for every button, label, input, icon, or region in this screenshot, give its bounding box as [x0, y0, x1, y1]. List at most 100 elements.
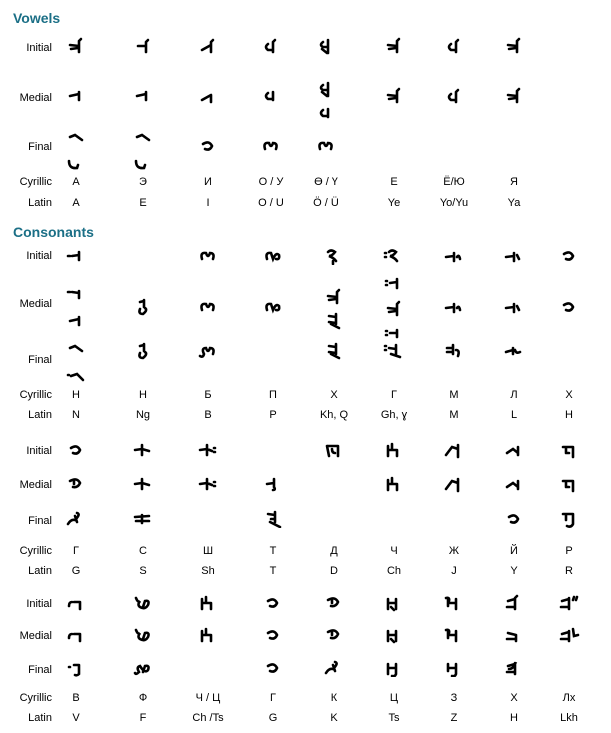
vowel-latin: Ya	[507, 197, 521, 209]
consonant-latin: Ts	[388, 712, 400, 724]
consonant-cyrillic: Ж	[448, 545, 460, 557]
mongolian-glyph-curl-icon	[201, 141, 214, 151]
row-label-latin: Latin	[28, 197, 52, 209]
consonant-glyph-medial	[196, 298, 220, 316]
row-label-initial: Initial	[26, 445, 52, 457]
mongolian-glyph-g-final-icon	[324, 660, 338, 675]
mongolian-glyph-v-icon	[67, 632, 82, 643]
mongolian-glyph-h-icon	[505, 594, 519, 611]
mongolian-glyph-ch-icon	[200, 595, 213, 611]
mongolian-glyph-bow-icon	[200, 251, 215, 261]
consonant-glyph-initial	[382, 594, 406, 612]
mongolian-glyph-r-icon	[561, 445, 575, 459]
consonant-glyph-medial	[382, 276, 406, 342]
consonant-cyrillic: С	[139, 545, 147, 557]
mongolian-glyph-i-medial-icon	[200, 93, 213, 104]
vowel-glyph-medial	[502, 87, 526, 105]
mongolian-glyph-oe-icon	[319, 38, 330, 55]
consonant-glyph-initial	[557, 594, 581, 612]
mongolian-glyph-y-icon	[505, 479, 520, 491]
consonant-glyph-final	[502, 510, 526, 528]
consonant-glyph-medial	[322, 626, 346, 644]
vowel-cyrillic: Э	[139, 176, 147, 188]
mongolian-glyph-o-icon	[264, 38, 277, 54]
consonant-glyph-final	[64, 659, 88, 677]
vowel-cyrillic: Е	[390, 176, 398, 188]
row-label-final: Final	[28, 141, 52, 153]
mongolian-glyph-q-final-dot-icon	[383, 343, 402, 359]
vowel-glyph-final	[196, 137, 220, 155]
vowel-glyph-initial	[442, 37, 466, 55]
vowel-cyrillic: Ө / Ү	[314, 176, 338, 188]
consonant-cyrillic: Ц	[389, 692, 399, 704]
vowel-latin: A	[72, 197, 80, 209]
mongolian-glyph-yi-icon	[136, 38, 150, 54]
consonant-glyph-final	[382, 659, 406, 677]
mongolian-glyph-yi2-icon	[200, 38, 215, 54]
mongolian-glyph-s-icon	[133, 443, 151, 457]
vowel-glyph-final	[314, 137, 338, 155]
mongolian-glyph-ya-icon	[506, 37, 521, 54]
consonant-latin: M	[449, 409, 459, 421]
vowel-glyph-final	[259, 137, 283, 155]
vowel-glyph-initial	[314, 37, 338, 55]
row-label-final: Final	[28, 515, 52, 527]
mongolian-glyph-m-icon	[444, 251, 462, 263]
mongolian-glyph-ch-icon	[386, 476, 399, 492]
consonant-cyrillic: Ч / Ц	[195, 692, 221, 704]
consonant-glyph-initial	[502, 441, 526, 459]
consonant-cyrillic: Т	[269, 545, 277, 557]
consonant-glyph-medial	[382, 626, 406, 644]
mongolian-glyph-tail-hook-icon	[134, 159, 147, 170]
mongolian-glyph-oe-icon	[319, 81, 330, 98]
consonant-glyph-medial	[261, 626, 285, 644]
consonant-glyph-final	[131, 510, 155, 528]
consonant-cyrillic: Г	[391, 389, 397, 401]
consonant-glyph-initial	[261, 247, 285, 265]
vowel-glyph-medial	[314, 80, 338, 122]
consonant-glyph-medial	[131, 475, 155, 493]
consonant-cyrillic: М	[449, 389, 459, 401]
mongolian-glyph-m-icon	[444, 302, 462, 314]
consonant-cyrillic: Р	[565, 545, 573, 557]
consonant-cyrillic: Л	[510, 389, 518, 401]
consonant-glyph-medial	[557, 626, 581, 644]
consonant-latin: S	[139, 565, 147, 577]
consonant-latin: Gh, ɣ	[380, 409, 408, 421]
consonant-glyph-medial	[557, 475, 581, 493]
mongolian-glyph-o-icon	[447, 88, 460, 104]
consonant-cyrillic: Х	[565, 389, 573, 401]
consonant-latin: V	[72, 712, 80, 724]
consonants-heading: Consonants	[13, 224, 94, 240]
mongolian-glyph-z-icon	[444, 596, 458, 611]
vowel-glyph-final	[131, 131, 155, 173]
mongolian-glyph-y-icon	[505, 445, 520, 457]
consonant-cyrillic: З	[450, 692, 458, 704]
consonant-glyph-medial	[131, 626, 155, 644]
mongolian-glyph-curl-icon	[562, 251, 575, 261]
mongolian-glyph-tooth-icon	[68, 90, 81, 102]
mongolian-glyph-lh-icon	[559, 595, 579, 611]
mongolian-glyph-g-icon	[68, 478, 82, 489]
mongolian-glyph-tail-dot-icon	[66, 372, 85, 382]
mongolian-glyph-curl-icon	[266, 630, 279, 640]
consonant-glyph-initial	[557, 441, 581, 459]
consonant-latin: Ng	[135, 409, 151, 421]
consonant-latin: Ch	[386, 565, 402, 577]
mongolian-glyph-ng-icon	[138, 298, 148, 316]
consonant-glyph-medial	[322, 288, 346, 330]
mongolian-glyph-bow-tail-icon	[198, 346, 215, 358]
consonant-latin: Z	[450, 712, 458, 724]
consonant-glyph-initial	[196, 441, 220, 459]
mongolian-glyph-bow-icon	[263, 141, 278, 151]
mongolian-glyph-g-icon	[326, 597, 340, 608]
vowel-cyrillic: О / У	[258, 176, 284, 188]
mongolian-glyph-j-icon	[444, 443, 460, 459]
vowel-glyph-initial	[259, 37, 283, 55]
mongolian-glyph-ya-icon	[386, 300, 401, 317]
consonant-glyph-final	[196, 342, 220, 360]
row-label-cyrillic: Cyrillic	[19, 176, 52, 188]
consonant-latin: R	[565, 565, 573, 577]
consonant-cyrillic: Лх	[562, 692, 576, 704]
vowel-latin: Yo/Yu	[439, 197, 469, 209]
